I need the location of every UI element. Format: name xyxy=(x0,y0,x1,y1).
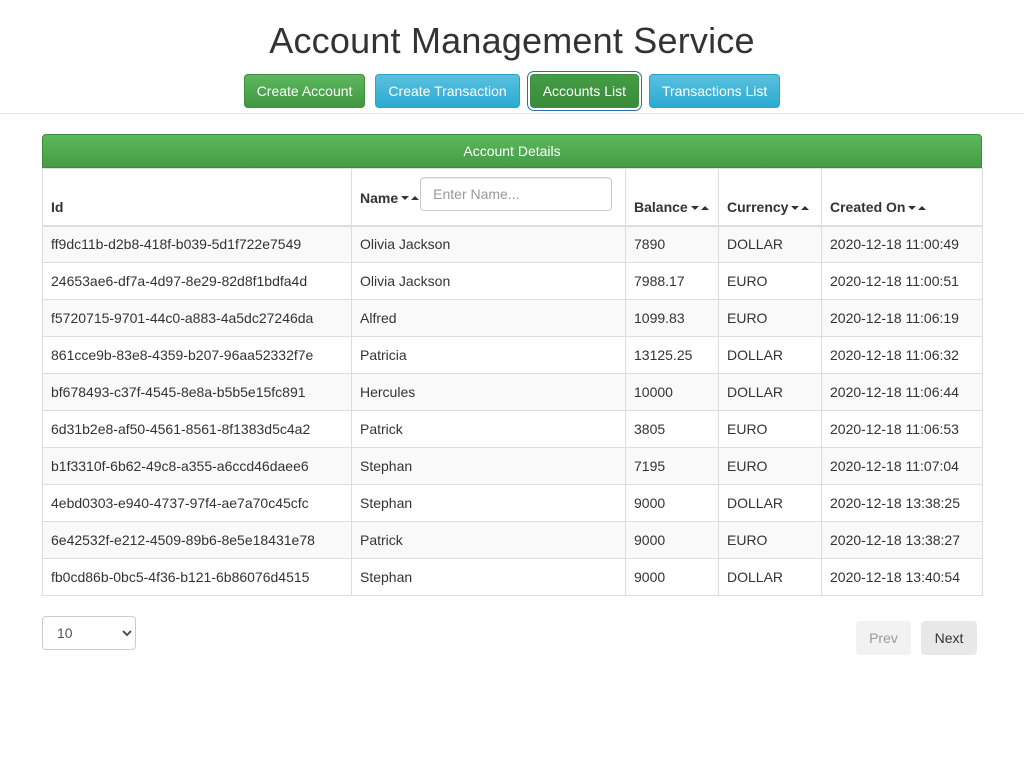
cell-name: Stephan xyxy=(351,558,626,596)
column-header-currency-label: Currency xyxy=(727,198,789,215)
cell-balance: 13125.25 xyxy=(625,336,719,374)
column-header-balance-label: Balance xyxy=(634,198,688,215)
cell-currency: EURO xyxy=(718,447,822,485)
sort-created-on-control[interactable] xyxy=(907,205,927,210)
cell-created-on: 2020-12-18 11:00:49 xyxy=(821,225,983,263)
cell-currency: DOLLAR xyxy=(718,484,822,522)
accounts-list-button[interactable]: Accounts List xyxy=(529,74,639,108)
cell-balance: 7890 xyxy=(625,225,719,263)
cell-currency: DOLLAR xyxy=(718,225,822,263)
cell-currency: DOLLAR xyxy=(718,336,822,374)
cell-created-on: 2020-12-18 11:06:44 xyxy=(821,373,983,411)
table-row: bf678493-c37f-4545-8e8a-b5b5e15fc891 Her… xyxy=(42,373,983,411)
cell-name: Olivia Jackson xyxy=(351,262,626,300)
next-page-button[interactable]: Next xyxy=(921,621,977,655)
create-transaction-button[interactable]: Create Transaction xyxy=(375,74,520,108)
table-row: 861cce9b-83e8-4359-b207-96aa52332f7e Pat… xyxy=(42,336,983,374)
cell-balance: 1099.83 xyxy=(625,299,719,337)
column-header-created-on: Created On xyxy=(821,168,983,227)
cell-balance: 9000 xyxy=(625,558,719,596)
table-row: fb0cd86b-0bc5-4f36-b121-6b86076d4515 Ste… xyxy=(42,558,983,596)
cell-id: fb0cd86b-0bc5-4f36-b121-6b86076d4515 xyxy=(42,558,352,596)
cell-balance: 3805 xyxy=(625,410,719,448)
column-header-id: Id xyxy=(42,168,352,227)
cell-currency: EURO xyxy=(718,410,822,448)
cell-id: 6e42532f-e212-4509-89b6-8e5e18431e78 xyxy=(42,521,352,559)
cell-currency: EURO xyxy=(718,521,822,559)
cell-currency: EURO xyxy=(718,299,822,337)
cell-id: 4ebd0303-e940-4737-97f4-ae7a70c45cfc xyxy=(42,484,352,522)
column-header-created-on-label: Created On xyxy=(830,198,906,215)
cell-created-on: 2020-12-18 11:06:19 xyxy=(821,299,983,337)
column-header-currency: Currency xyxy=(718,168,822,227)
table-header-row: Id Name Balance Currency xyxy=(42,168,983,227)
sort-name-control[interactable] xyxy=(400,196,420,200)
column-header-name-label: Name xyxy=(360,190,399,206)
cell-created-on: 2020-12-18 11:00:51 xyxy=(821,262,983,300)
create-account-button[interactable]: Create Account xyxy=(243,74,366,108)
app-header: Account Management Service Create Accoun… xyxy=(0,0,1024,114)
cell-id: bf678493-c37f-4545-8e8a-b5b5e15fc891 xyxy=(42,373,352,411)
cell-id: 24653ae6-df7a-4d97-8e29-82d8f1bdfa4d xyxy=(42,262,352,300)
cell-name: Stephan xyxy=(351,484,626,522)
accounts-table: Id Name Balance Currency xyxy=(42,168,983,596)
cell-currency: DOLLAR xyxy=(718,373,822,411)
cell-created-on: 2020-12-18 11:06:53 xyxy=(821,410,983,448)
cell-name: Patricia xyxy=(351,336,626,374)
table-row: 6d31b2e8-af50-4561-8561-8f1383d5c4a2 Pat… xyxy=(42,410,983,448)
cell-created-on: 2020-12-18 13:38:27 xyxy=(821,521,983,559)
cell-currency: EURO xyxy=(718,262,822,300)
cell-name: Patrick xyxy=(351,521,626,559)
sort-asc-icon[interactable] xyxy=(801,205,810,210)
panel-title: Account Details xyxy=(42,134,982,168)
cell-name: Alfred xyxy=(351,299,626,337)
sort-asc-icon[interactable] xyxy=(411,196,420,200)
table-row: 6e42532f-e212-4509-89b6-8e5e18431e78 Pat… xyxy=(42,521,983,559)
column-header-id-label: Id xyxy=(51,198,64,215)
sort-balance-control[interactable] xyxy=(690,205,710,210)
cell-created-on: 2020-12-18 13:38:25 xyxy=(821,484,983,522)
cell-id: ff9dc11b-d2b8-418f-b039-5d1f722e7549 xyxy=(42,225,352,263)
cell-id: b1f3310f-6b62-49c8-a355-a6ccd46daee6 xyxy=(42,447,352,485)
table-row: 24653ae6-df7a-4d97-8e29-82d8f1bdfa4d Oli… xyxy=(42,262,983,300)
cell-created-on: 2020-12-18 11:06:32 xyxy=(821,336,983,374)
sort-desc-icon[interactable] xyxy=(690,205,699,210)
page-title: Account Management Service xyxy=(269,20,755,61)
cell-name: Hercules xyxy=(351,373,626,411)
sort-desc-icon[interactable] xyxy=(791,205,800,210)
sort-asc-icon[interactable] xyxy=(918,205,927,210)
table-row: b1f3310f-6b62-49c8-a355-a6ccd46daee6 Ste… xyxy=(42,447,983,485)
cell-created-on: 2020-12-18 11:07:04 xyxy=(821,447,983,485)
cell-name: Patrick xyxy=(351,410,626,448)
table-row: ff9dc11b-d2b8-418f-b039-5d1f722e7549 Oli… xyxy=(42,225,983,263)
cell-balance: 7988.17 xyxy=(625,262,719,300)
column-header-balance: Balance xyxy=(625,168,719,227)
cell-id: f5720715-9701-44c0-a883-4a5dc27246da xyxy=(42,299,352,337)
cell-currency: DOLLAR xyxy=(718,558,822,596)
account-details-panel: Account Details Id Name Enter Name... Ba… xyxy=(42,134,983,596)
cell-id: 861cce9b-83e8-4359-b207-96aa52332f7e xyxy=(42,336,352,374)
page-size-select[interactable]: 10 xyxy=(42,616,136,650)
cell-balance: 7195 xyxy=(625,447,719,485)
cell-balance: 9000 xyxy=(625,521,719,559)
table-row: f5720715-9701-44c0-a883-4a5dc27246da Alf… xyxy=(42,299,983,337)
sort-currency-control[interactable] xyxy=(790,205,810,210)
cell-balance: 10000 xyxy=(625,373,719,411)
sort-desc-icon[interactable] xyxy=(401,196,410,200)
cell-created-on: 2020-12-18 13:40:54 xyxy=(821,558,983,596)
sort-asc-icon[interactable] xyxy=(700,205,709,210)
cell-name: Olivia Jackson xyxy=(351,225,626,263)
cell-name: Stephan xyxy=(351,447,626,485)
transactions-list-button[interactable]: Transactions List xyxy=(648,74,781,108)
cell-id: 6d31b2e8-af50-4561-8561-8f1383d5c4a2 xyxy=(42,410,352,448)
sort-desc-icon[interactable] xyxy=(908,205,917,210)
name-filter-input[interactable] xyxy=(420,177,613,211)
main-nav: Create Account Create Transaction Accoun… xyxy=(0,74,1024,108)
prev-page-button[interactable]: Prev xyxy=(856,621,911,655)
column-header-name: Name xyxy=(351,168,626,227)
cell-balance: 9000 xyxy=(625,484,719,522)
table-row: 4ebd0303-e940-4737-97f4-ae7a70c45cfc Ste… xyxy=(42,484,983,522)
